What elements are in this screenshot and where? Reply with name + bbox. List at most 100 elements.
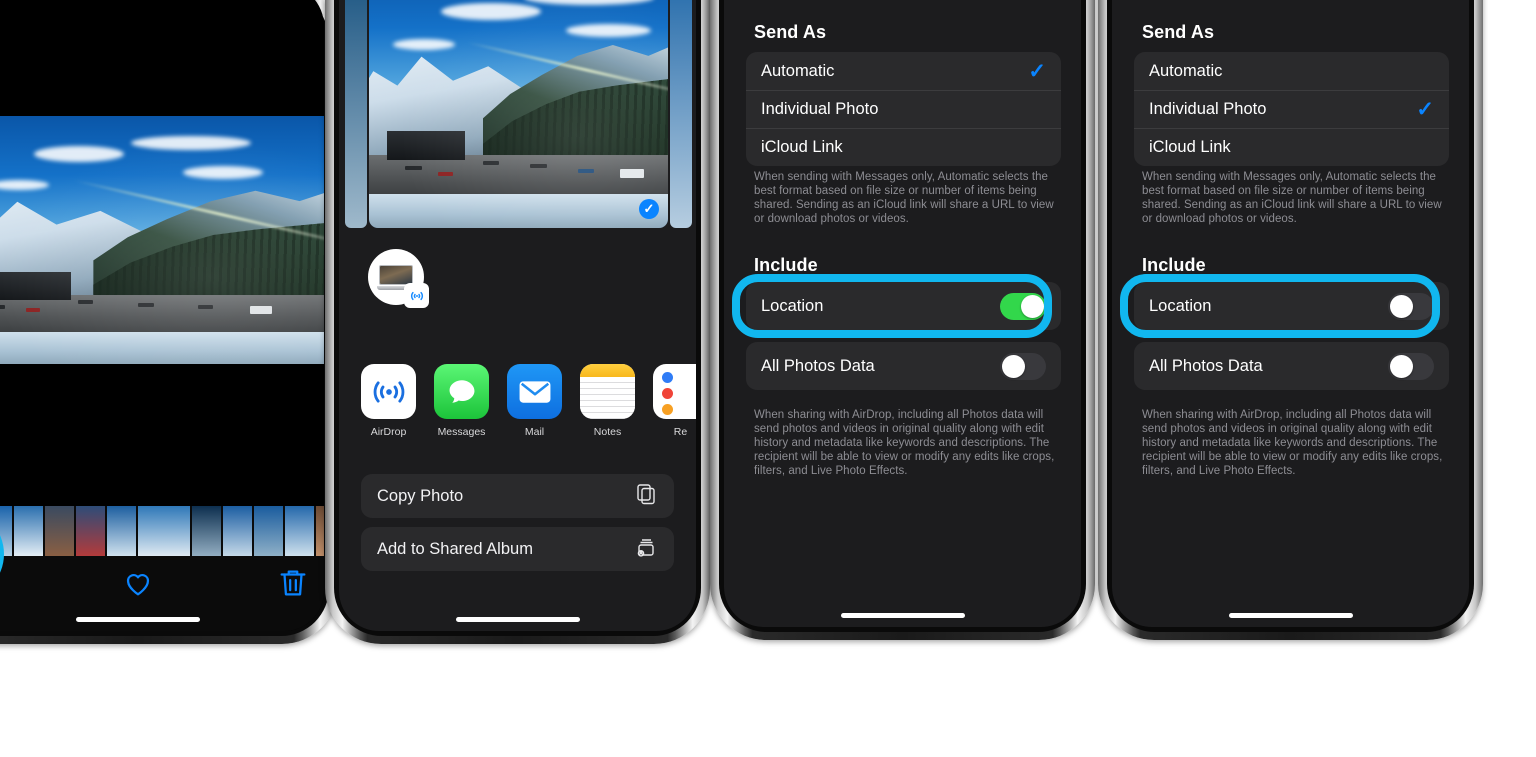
filmstrip-thumb[interactable] — [316, 506, 324, 556]
include-row-all-photos-data[interactable]: All Photos Data — [746, 342, 1061, 390]
include-row-all-photos-data[interactable]: All Photos Data — [1134, 342, 1449, 390]
send-as-group[interactable]: Automatic ✓ Individual Photo ✓ iCloud Li… — [746, 52, 1061, 166]
reminders-dot-red — [662, 388, 673, 399]
all-photos-data-label: All Photos Data — [761, 356, 875, 375]
share-preview-photo[interactable]: ✓ — [369, 0, 668, 228]
filmstrip-thumb[interactable] — [14, 506, 43, 556]
notes-icon-top — [580, 364, 635, 377]
action-add-to-shared-album[interactable]: Add to Shared Album — [361, 527, 674, 571]
include-header: Include — [754, 255, 818, 275]
share-app-label: Mail — [524, 426, 545, 438]
all-photos-data-toggle[interactable] — [1388, 352, 1434, 380]
photo-glass-reflection — [369, 0, 668, 228]
send-as-option-icloud-link[interactable]: iCloud Link ✓ — [1134, 128, 1449, 166]
filmstrip-thumb[interactable] — [0, 506, 12, 556]
send-as-footnote: When sending with Messages only, Automat… — [754, 171, 1054, 225]
all-photos-data-row[interactable]: All Photos Data — [746, 342, 1061, 390]
option-label: iCloud Link — [1149, 138, 1231, 156]
preview-next-photo[interactable] — [670, 0, 692, 228]
send-as-option-icloud-link[interactable]: iCloud Link ✓ — [746, 128, 1061, 166]
send-as-group[interactable]: Automatic ✓ Individual Photo ✓ iCloud Li… — [1134, 52, 1449, 166]
photo-selected-badge[interactable]: ✓ — [639, 199, 659, 219]
mail-icon — [507, 364, 562, 419]
check-icon: ✓ — [1416, 98, 1434, 121]
include-footnote: When sharing with AirDrop, including all… — [754, 409, 1055, 477]
options-sheet: Send As Automatic ✓ Individual Photo ✓ i… — [724, 0, 1081, 627]
phone-2-screen: ✓ AirDrop Messages Mail Notes Re Copy Ph… — [339, 0, 696, 631]
filmstrip-thumb[interactable] — [138, 506, 190, 556]
option-label: Automatic — [1149, 61, 1223, 80]
reminders-dot-blue — [662, 372, 673, 383]
phone-2-share-sheet: ✓ AirDrop Messages Mail Notes Re Copy Ph… — [325, 0, 710, 644]
share-app-notes[interactable]: Notes — [580, 364, 635, 456]
send-as-option-individual-photo[interactable]: Individual Photo ✓ — [746, 90, 1061, 128]
filmstrip-thumb[interactable] — [254, 506, 283, 556]
preview-prev-photo[interactable] — [345, 0, 367, 228]
share-sheet: ✓ AirDrop Messages Mail Notes Re Copy Ph… — [339, 0, 696, 631]
share-app-reminders[interactable]: Re — [653, 364, 696, 456]
filmstrip-thumb[interactable] — [192, 506, 221, 556]
all-photos-data-toggle[interactable] — [1000, 352, 1046, 380]
photo-viewer-toolbar — [0, 506, 324, 631]
messages-icon — [434, 364, 489, 419]
toggle-knob — [1390, 354, 1413, 378]
heart-icon[interactable] — [121, 566, 155, 600]
reminders-icon — [653, 364, 696, 419]
home-indicator — [76, 617, 200, 622]
include-header: Include — [1142, 255, 1206, 275]
check-icon: ✓ — [1028, 59, 1046, 83]
phone-3-screen: Send As Automatic ✓ Individual Photo ✓ i… — [724, 0, 1081, 627]
include-row-location[interactable]: Location — [746, 282, 1061, 330]
screenshot-canvas: ✓ AirDrop Messages Mail Notes Re Copy Ph… — [0, 0, 1536, 757]
share-app-mail[interactable]: Mail — [507, 364, 562, 456]
airdrop-target-macbook[interactable] — [368, 249, 429, 308]
photo-filmstrip[interactable] — [0, 506, 324, 556]
send-as-option-automatic[interactable]: Automatic ✓ — [746, 52, 1061, 90]
share-app-airdrop[interactable]: AirDrop — [361, 364, 416, 456]
all-photos-data-row[interactable]: All Photos Data — [1134, 342, 1449, 390]
action-label: Add to Shared Album — [377, 539, 533, 558]
toggle-knob — [1021, 294, 1044, 318]
trash-icon[interactable] — [276, 566, 310, 600]
location-row[interactable]: Location — [746, 282, 1061, 330]
send-as-option-individual-photo[interactable]: Individual Photo ✓ — [1134, 90, 1449, 128]
share-app-label: Re — [673, 426, 688, 438]
phone-1-screen — [0, 0, 324, 631]
photo-glass-reflection — [0, 116, 324, 364]
share-app-messages[interactable]: Messages — [434, 364, 489, 456]
location-row[interactable]: Location — [1134, 282, 1449, 330]
home-indicator — [455, 617, 580, 622]
notes-icon-lines — [580, 377, 635, 419]
filmstrip-thumb[interactable] — [45, 506, 74, 556]
phone-4-options-individual-photo: Send As Automatic ✓ Individual Photo ✓ i… — [1098, 0, 1483, 640]
location-label: Location — [1149, 296, 1212, 315]
option-label: Individual Photo — [761, 100, 879, 118]
toggle-knob — [1390, 294, 1413, 318]
send-as-header: Send As — [754, 22, 827, 42]
phone-4-screen: Send As Automatic ✓ Individual Photo ✓ i… — [1112, 0, 1469, 627]
filmstrip-thumb[interactable] — [285, 506, 314, 556]
send-as-option-automatic[interactable]: Automatic ✓ — [1134, 52, 1449, 90]
filmstrip-thumb[interactable] — [107, 506, 136, 556]
copy-icon — [634, 482, 658, 511]
filmstrip-thumb[interactable] — [76, 506, 105, 556]
photo-action-bar — [0, 558, 324, 608]
reminders-dot-orange — [662, 404, 673, 415]
photo-viewer-image[interactable] — [0, 116, 324, 364]
home-indicator — [1228, 613, 1353, 618]
share-apps-row[interactable]: AirDrop Messages Mail Notes Re — [361, 364, 696, 456]
airdrop-icon — [404, 283, 429, 308]
send-as-footnote: When sending with Messages only, Automat… — [1142, 171, 1442, 225]
location-toggle[interactable] — [1388, 292, 1434, 320]
all-photos-data-label: All Photos Data — [1149, 356, 1263, 375]
option-label: iCloud Link — [761, 138, 843, 156]
share-app-label: Notes — [593, 426, 622, 438]
filmstrip-thumb[interactable] — [223, 506, 252, 556]
notes-icon — [580, 364, 635, 419]
action-copy-photo[interactable]: Copy Photo — [361, 474, 674, 518]
option-label: Individual Photo — [1149, 100, 1267, 118]
include-row-location[interactable]: Location — [1134, 282, 1449, 330]
location-toggle[interactable] — [1000, 292, 1046, 320]
airdrop-icon — [361, 364, 416, 419]
home-indicator — [840, 613, 965, 618]
